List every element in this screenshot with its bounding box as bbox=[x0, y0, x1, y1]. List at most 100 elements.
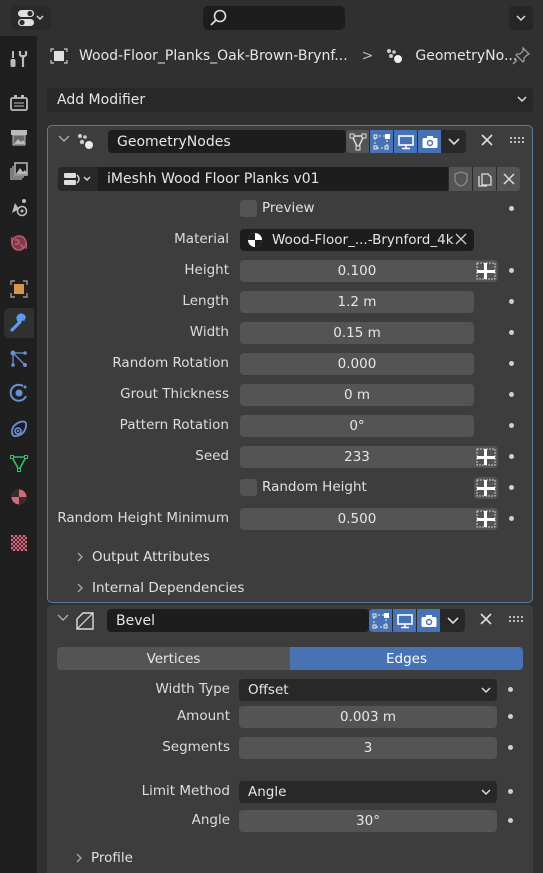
duplicate-node-group-button[interactable] bbox=[472, 167, 496, 191]
render-toggle[interactable] bbox=[418, 130, 442, 153]
subpanel-label: Output Attributes bbox=[92, 549, 210, 565]
tab-constraints[interactable] bbox=[4, 414, 34, 444]
drag-handle-icon[interactable] bbox=[509, 616, 525, 624]
attribute-toggle-button[interactable] bbox=[474, 446, 498, 468]
editor-type-button[interactable] bbox=[11, 6, 51, 30]
drag-handle-icon[interactable] bbox=[510, 137, 526, 145]
collapse-chevron-icon[interactable] bbox=[57, 613, 69, 623]
tab-physics[interactable] bbox=[4, 378, 34, 408]
field-input[interactable]: 0 m bbox=[240, 384, 474, 406]
amount-field[interactable]: 0.003 m bbox=[239, 706, 497, 728]
keyframe-dot[interactable] bbox=[508, 789, 513, 794]
modifier-name-field[interactable]: Bevel bbox=[107, 609, 369, 632]
amount-value: 0.003 m bbox=[339, 709, 397, 725]
clear-material-icon[interactable] bbox=[455, 233, 467, 245]
node-group-browse-button[interactable] bbox=[58, 167, 98, 191]
edit-mode-toggle[interactable] bbox=[369, 609, 393, 632]
keyframe-dot[interactable] bbox=[509, 516, 514, 521]
subpanel-profile[interactable]: Profile bbox=[75, 847, 133, 869]
options-dropdown-button[interactable] bbox=[509, 6, 533, 30]
remove-modifier-icon[interactable] bbox=[480, 133, 494, 147]
keyframe-dot[interactable] bbox=[509, 361, 514, 366]
modifier-header: Bevel bbox=[47, 605, 533, 635]
attribute-toggle-icon bbox=[476, 448, 496, 466]
viewport-toggle[interactable] bbox=[393, 609, 417, 632]
wrench-icon bbox=[10, 313, 26, 332]
segments-field[interactable]: 3 bbox=[239, 737, 497, 759]
attribute-toggle-button[interactable] bbox=[474, 508, 498, 530]
field-input[interactable]: 0.15 m bbox=[240, 322, 474, 344]
tab-render[interactable] bbox=[4, 88, 34, 118]
limit-method-dropdown[interactable]: Angle bbox=[239, 781, 497, 803]
modifier-name: GeometryNodes bbox=[117, 133, 231, 150]
keyframe-dot[interactable] bbox=[508, 818, 513, 823]
tab-data[interactable] bbox=[4, 448, 34, 478]
edit-mode-toggle[interactable] bbox=[370, 130, 394, 153]
random-height-min-field[interactable]: 0.500 bbox=[240, 508, 474, 530]
attribute-toggle-button[interactable] bbox=[474, 477, 498, 499]
modifier-extras-dropdown[interactable] bbox=[441, 609, 465, 632]
tab-scene[interactable] bbox=[4, 192, 34, 222]
breadcrumb-object: Wood-Floor_Planks_Oak-Brown-Brynf... bbox=[79, 48, 348, 64]
edit-mode-cage-toggle[interactable] bbox=[346, 130, 370, 153]
field-row-grout-thickness: Grout Thickness 0 m bbox=[48, 383, 532, 407]
geometry-nodes-icon bbox=[387, 49, 403, 63]
field-row-width: Width 0.15 m bbox=[48, 321, 532, 345]
random-height-checkbox[interactable] bbox=[240, 479, 257, 496]
render-toggle[interactable] bbox=[417, 609, 441, 632]
width-type-label: Width Type bbox=[155, 681, 230, 697]
tab-modifiers[interactable] bbox=[4, 308, 34, 338]
unlink-node-group-button[interactable] bbox=[496, 167, 520, 191]
keyframe-dot[interactable] bbox=[509, 330, 514, 335]
node-group-name-field[interactable]: iMeshh Wood Floor Planks v01 bbox=[98, 167, 448, 191]
geometry-nodes-icon bbox=[78, 134, 93, 149]
subpanel-internal-dependencies[interactable]: Internal Dependencies bbox=[76, 577, 244, 599]
keyframe-dot[interactable] bbox=[509, 206, 514, 211]
field-input[interactable]: 233 bbox=[240, 446, 474, 468]
tab-object[interactable] bbox=[4, 274, 34, 304]
pin-button[interactable] bbox=[511, 46, 531, 70]
field-input[interactable]: 0.000 bbox=[240, 353, 474, 375]
field-label: Pattern Rotation bbox=[119, 417, 229, 433]
keyframe-dot[interactable] bbox=[508, 687, 513, 692]
angle-label: Angle bbox=[191, 812, 230, 828]
modifier-extras-dropdown[interactable] bbox=[442, 130, 466, 153]
collapse-chevron-icon[interactable] bbox=[58, 134, 70, 144]
affect-edges-button[interactable]: Edges bbox=[290, 647, 523, 670]
tab-view-layer[interactable] bbox=[4, 156, 34, 186]
preview-checkbox[interactable] bbox=[240, 200, 257, 217]
field-row-length: Length 1.2 m bbox=[48, 290, 532, 314]
field-label: Length bbox=[182, 293, 229, 309]
keyframe-dot[interactable] bbox=[509, 485, 514, 490]
affect-selector: Vertices Edges bbox=[57, 647, 523, 670]
field-input[interactable]: 0.100 bbox=[240, 260, 474, 282]
affect-vertices-button[interactable]: Vertices bbox=[57, 647, 290, 670]
subpanel-output-attributes[interactable]: Output Attributes bbox=[76, 546, 210, 568]
keyframe-dot[interactable] bbox=[509, 268, 514, 273]
search-input[interactable] bbox=[203, 6, 345, 30]
keyframe-dot[interactable] bbox=[509, 423, 514, 428]
keyframe-dot[interactable] bbox=[509, 299, 514, 304]
field-input[interactable]: 1.2 m bbox=[240, 291, 474, 313]
keyframe-dot[interactable] bbox=[508, 714, 513, 719]
tab-texture[interactable] bbox=[4, 528, 34, 558]
modifier-name-field[interactable]: GeometryNodes bbox=[108, 130, 346, 153]
tab-output[interactable] bbox=[4, 122, 34, 152]
width-type-dropdown[interactable]: Offset bbox=[239, 679, 497, 701]
material-field[interactable]: Wood-Floor_...-Brynford_4k bbox=[240, 229, 474, 251]
tab-tool[interactable] bbox=[4, 44, 34, 74]
keyframe-dot[interactable] bbox=[508, 745, 513, 750]
field-input[interactable]: 0° bbox=[240, 415, 474, 437]
tab-particles[interactable] bbox=[4, 344, 34, 374]
attribute-toggle-button[interactable] bbox=[474, 260, 498, 282]
keyframe-dot[interactable] bbox=[509, 392, 514, 397]
add-modifier-button[interactable]: Add Modifier bbox=[47, 88, 533, 112]
remove-modifier-icon[interactable] bbox=[479, 612, 493, 626]
fake-user-button[interactable] bbox=[448, 167, 472, 191]
angle-field[interactable]: 30° bbox=[239, 810, 497, 832]
limit-method-row: Limit Method Angle bbox=[47, 780, 533, 804]
viewport-toggle[interactable] bbox=[394, 130, 418, 153]
tab-world[interactable] bbox=[4, 228, 34, 258]
keyframe-dot[interactable] bbox=[509, 454, 514, 459]
tab-material[interactable] bbox=[4, 482, 34, 512]
